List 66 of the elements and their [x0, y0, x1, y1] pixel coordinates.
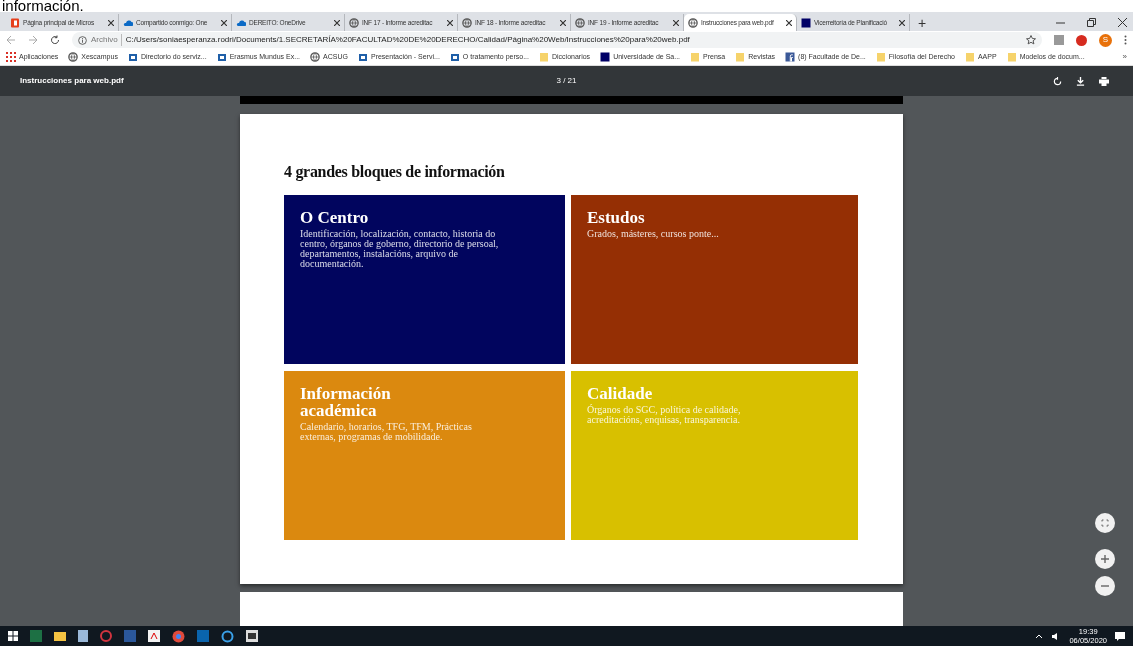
square-icon — [801, 17, 811, 28]
close-icon[interactable] — [334, 19, 340, 26]
block-title: Información académica — [300, 385, 392, 419]
pdf-app-icon[interactable] — [148, 630, 160, 642]
facebook-icon — [785, 52, 796, 62]
close-icon[interactable] — [447, 19, 453, 26]
star-icon[interactable] — [1026, 35, 1036, 45]
folder-icon — [875, 52, 886, 62]
apps-grid-icon — [6, 52, 16, 62]
globe-icon — [349, 17, 359, 28]
page-indicator: 3 / 21 — [555, 75, 578, 87]
windows-start-icon[interactable] — [8, 631, 18, 641]
block-title: O Centro — [300, 209, 370, 226]
browser-icon[interactable] — [172, 629, 185, 643]
site-icon — [357, 52, 368, 62]
block-description: Grados, másteres, cursos ponte... — [587, 229, 720, 239]
block-description: Identificación, localización, contacto, historia do centro, órganos de goberno, directorio de persoal, departamentos, instalacións, arquivo de documentación. — [300, 229, 500, 269]
block-description: Órganos do SGC, política de calidade, acreditacións, enquisas, transparencia. — [587, 405, 742, 425]
reload-icon[interactable] — [50, 35, 60, 45]
square-icon — [600, 52, 611, 62]
zoom-in-icon[interactable] — [1095, 549, 1115, 569]
page-heading: 4 grandes bloques de información — [284, 162, 506, 183]
close-icon[interactable] — [108, 19, 114, 26]
file-name: Instrucciones para web.pdf — [20, 75, 125, 87]
folder-icon — [735, 52, 746, 62]
caption-text: información. — [2, 0, 84, 12]
close-icon[interactable] — [1118, 18, 1127, 27]
close-icon[interactable] — [899, 19, 905, 26]
block-description: Calendario, horarios, TFG, TFM, Prácticas externas, programas de mobilidade. — [300, 422, 473, 442]
folder-icon[interactable] — [54, 630, 66, 642]
chevron-up-icon[interactable] — [1035, 633, 1044, 639]
url-text: C:/Users/soniaesperanza.rodri/Documents/1.SECRETARÍA%20FACULTAD%20DE%20DERECHO/Calidad/Página%20Web/Instrucciones%20para%20web.pdf — [125, 34, 690, 46]
globe-icon — [68, 52, 79, 62]
print-icon[interactable] — [1099, 76, 1109, 86]
extension-icon[interactable] — [1076, 34, 1087, 46]
fit-page-icon[interactable] — [1095, 513, 1115, 533]
download-icon[interactable] — [1076, 76, 1085, 86]
close-icon[interactable] — [786, 19, 792, 26]
folder-icon — [539, 52, 549, 62]
info-icon[interactable] — [78, 35, 87, 45]
office-logo-icon — [10, 17, 20, 28]
globe-icon — [575, 17, 585, 28]
globe-icon — [310, 52, 321, 62]
new-tab-button[interactable]: + — [914, 15, 931, 31]
rotate-icon[interactable] — [1053, 76, 1062, 86]
site-icon — [127, 52, 138, 62]
zoom-out-icon[interactable] — [1095, 576, 1115, 596]
block-title: Calidade — [587, 385, 654, 402]
scheme-label: Archivo — [91, 34, 122, 46]
menu-icon[interactable] — [1124, 35, 1127, 45]
folder-icon — [964, 52, 975, 62]
globe-icon — [688, 17, 698, 28]
globe-icon — [462, 17, 472, 28]
archive-app-icon[interactable] — [246, 630, 258, 642]
close-icon[interactable] — [560, 19, 566, 26]
restore-icon[interactable] — [1087, 18, 1096, 27]
site-icon — [449, 52, 460, 62]
address-bar[interactable]: Archivo C:/Users/soniaesperanza.rodri/Documents/1.SECRETARÍA%20FACULTAD%20DE%20DERECHO/Calidad/Página%20Web/Instrucciones%20para%20web.pdf — [72, 32, 1042, 48]
notification-icon[interactable] — [1115, 631, 1125, 641]
folder-icon — [1006, 52, 1017, 62]
close-icon[interactable] — [673, 19, 679, 26]
more-bookmarks-button[interactable]: » — [1122, 51, 1127, 63]
block-title: Estudos — [587, 209, 646, 226]
folder-icon — [690, 52, 701, 62]
close-icon[interactable] — [221, 19, 227, 26]
site-icon — [216, 52, 227, 62]
